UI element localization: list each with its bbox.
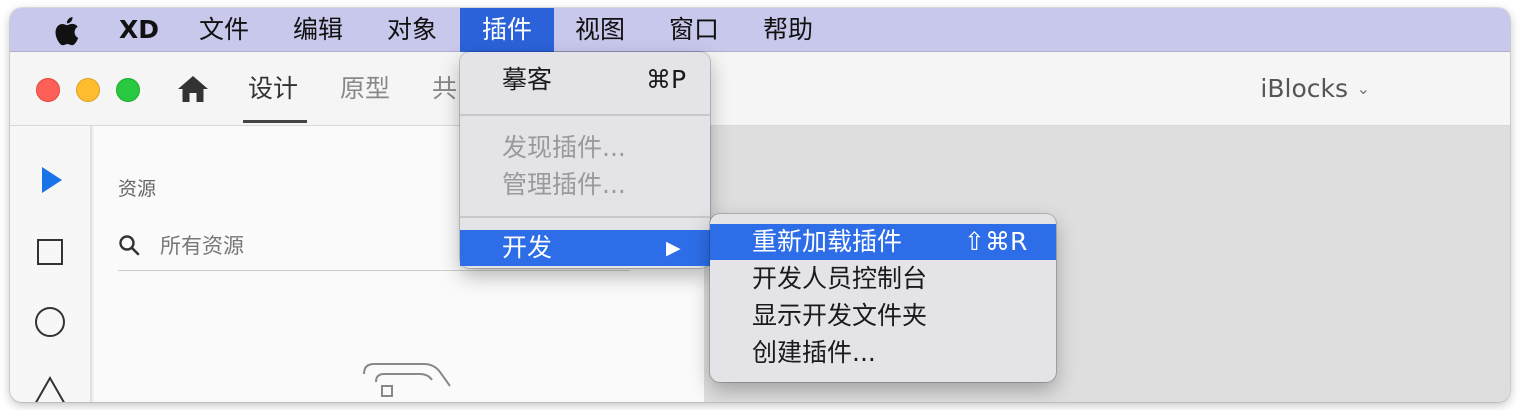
menu-item-manage-plugins: 管理插件... [502, 170, 626, 199]
assets-search-input[interactable]: 所有资源 [160, 230, 244, 260]
tools-panel [10, 126, 92, 402]
menu-view[interactable]: 视图 [562, 8, 638, 52]
menu-item-developer-console[interactable]: 开发人员控制台 [710, 261, 1056, 297]
search-underline [118, 270, 630, 271]
minimize-window-button[interactable] [76, 78, 100, 102]
apple-icon[interactable] [50, 14, 80, 48]
chevron-down-icon[interactable]: ⌄ [1357, 52, 1370, 126]
tab-design[interactable]: 设计 [248, 52, 298, 126]
menu-app-name[interactable]: XD [110, 8, 168, 52]
menu-help[interactable]: 帮助 [750, 8, 826, 52]
tab-prototype[interactable]: 原型 [340, 52, 390, 126]
app-toolbar: 设计 原型 共 iBlocks ⌄ [10, 52, 1510, 126]
menu-item-mockplus[interactable]: 摹客 ⌘P [460, 62, 710, 98]
develop-submenu: 重新加载插件 ⇧⌘R 开发人员控制台 显示开发文件夹 创建插件... [710, 214, 1056, 382]
menu-file[interactable]: 文件 [186, 8, 262, 52]
zoom-window-button[interactable] [116, 78, 140, 102]
menu-edit[interactable]: 编辑 [280, 8, 356, 52]
plugins-menu: 摹客 ⌘P 发现插件... 管理插件... 开发 ▶ [460, 52, 710, 268]
menu-bar: XD 文件 编辑 对象 插件 视图 窗口 帮助 [10, 8, 1510, 52]
assets-empty-illustration-icon [363, 363, 451, 397]
ellipse-tool-icon[interactable] [34, 306, 66, 338]
home-icon[interactable] [176, 74, 210, 104]
menu-item-show-develop-folder[interactable]: 显示开发文件夹 [710, 298, 1056, 334]
document-title[interactable]: iBlocks [1260, 52, 1348, 126]
menu-object[interactable]: 对象 [374, 8, 450, 52]
tab-share[interactable]: 共 [432, 52, 457, 126]
submenu-arrow-icon: ▶ [666, 237, 681, 259]
menu-item-develop[interactable]: 开发 ▶ [460, 230, 710, 266]
menu-separator [460, 114, 710, 116]
menu-item-discover-plugins: 发现插件... [502, 133, 626, 162]
menu-item-reload-plugins[interactable]: 重新加载插件 ⇧⌘R [710, 224, 1056, 260]
menu-plugins[interactable]: 插件 [460, 8, 554, 52]
tab-selected-indicator [243, 120, 307, 123]
search-icon [119, 235, 140, 256]
menu-window[interactable]: 窗口 [656, 8, 732, 52]
menu-item-shortcut: ⌘P [646, 65, 687, 94]
triangle-tool-icon[interactable] [32, 376, 68, 402]
menu-item-shortcut: ⇧⌘R [964, 227, 1028, 256]
app-window: XD 文件 编辑 对象 插件 视图 窗口 帮助 设计 原型 共 iBlocks … [10, 8, 1510, 402]
rectangle-tool-icon[interactable] [36, 238, 64, 266]
assets-title: 资源 [118, 178, 157, 200]
menu-separator [460, 216, 710, 218]
menu-item-create-plugin[interactable]: 创建插件... [710, 335, 1056, 371]
select-tool-icon[interactable] [40, 166, 64, 194]
close-window-button[interactable] [36, 78, 60, 102]
